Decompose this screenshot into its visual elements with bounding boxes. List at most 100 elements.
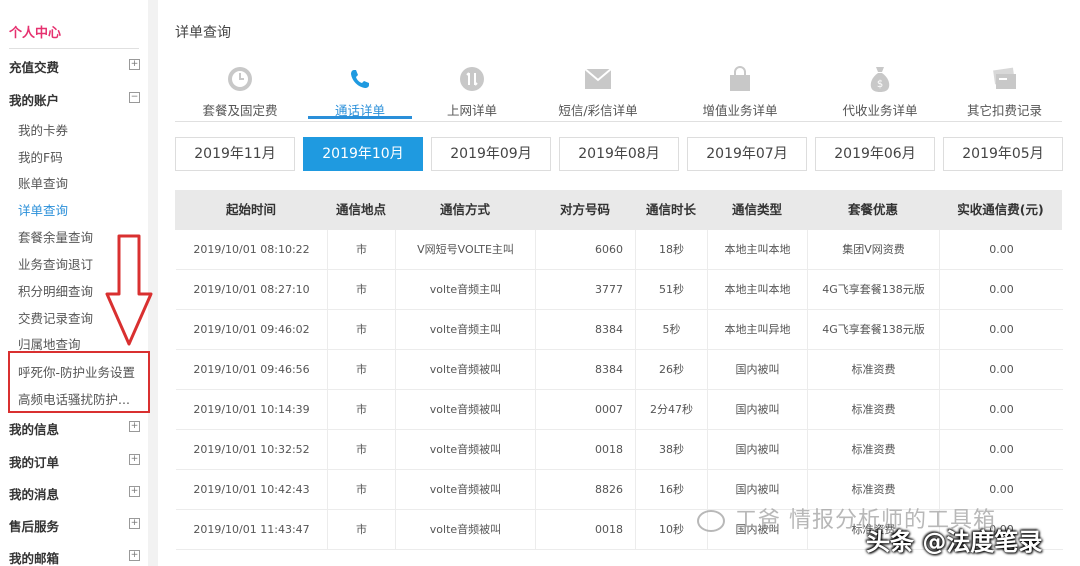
sidebar-group-account[interactable]: 我的账户 xyxy=(9,90,59,109)
sidebar-group-messages[interactable]: 我的消息 xyxy=(9,484,59,503)
money-bag-icon: $ xyxy=(866,65,894,93)
table-cell: 集团V网资费 xyxy=(808,230,940,270)
table-cell: 51秒 xyxy=(636,270,708,310)
month-button[interactable]: 2019年11月 xyxy=(175,137,295,171)
table-cell: 市 xyxy=(328,430,396,470)
tab-value-added[interactable]: 增值业务详单 xyxy=(675,58,805,120)
table-row: 2019/10/01 08:10:22 市 V网短号VOLTE主叫 6060 18秒 本地… xyxy=(176,230,1063,270)
sidebar-item-fcode[interactable]: 我的F码 xyxy=(18,147,63,166)
table-cell: 市 xyxy=(328,350,396,390)
sidebar-group-info[interactable]: 我的信息 xyxy=(9,419,59,438)
table-cell: 市 xyxy=(328,230,396,270)
mail-icon xyxy=(584,65,612,93)
table-cell: V网短号VOLTE主叫 xyxy=(396,230,536,270)
sidebar-group-orders[interactable]: 我的订单 xyxy=(9,452,59,471)
tab-package[interactable]: 套餐及固定费 xyxy=(175,58,305,120)
table-cell: 2019/10/01 10:14:39 xyxy=(176,390,328,430)
table-cell: volte音频主叫 xyxy=(396,270,536,310)
sidebar-group-mailbox[interactable]: 我的邮箱 xyxy=(9,548,59,566)
column-header: 通信时长 xyxy=(645,202,696,217)
sidebar-group-aftersales[interactable]: 售后服务 xyxy=(9,516,59,535)
phone-icon xyxy=(346,65,374,93)
month-button-active[interactable]: 2019年10月 xyxy=(303,137,423,171)
table-cell: 0007 xyxy=(536,390,636,430)
sidebar-item-bill[interactable]: 账单查询 xyxy=(18,173,68,192)
month-button[interactable]: 2019年07月 xyxy=(687,137,807,171)
table-cell: 26秒 xyxy=(636,350,708,390)
table-cell: 0.00 xyxy=(989,243,1014,256)
column-header: 对方号码 xyxy=(559,202,610,217)
wechat-icon xyxy=(697,510,725,532)
table-cell: 本地主叫本地 xyxy=(708,270,808,310)
tab-label: 增值业务详单 xyxy=(702,103,778,118)
highlight-box xyxy=(8,351,150,413)
table-cell: volte音频主叫 xyxy=(396,310,536,350)
table-cell: 市 xyxy=(328,510,396,550)
expand-icon[interactable]: + xyxy=(129,518,140,529)
column-header: 通信地点 xyxy=(335,202,386,217)
table-row: 2019/10/01 10:14:39 市 volte音频被叫 0007 2分47秒 国内… xyxy=(176,390,1063,430)
tab-calls[interactable]: 通话详单 xyxy=(308,58,412,120)
card-icon xyxy=(991,65,1019,93)
table-cell: 国内被叫 xyxy=(708,430,808,470)
table-cell: volte音频被叫 xyxy=(396,390,536,430)
table-cell: 0018 xyxy=(536,430,636,470)
clock-icon xyxy=(226,65,254,93)
column-header: 套餐优惠 xyxy=(847,202,898,217)
table-cell: 3777 xyxy=(536,270,636,310)
tab-data[interactable]: 上网详单 xyxy=(420,58,524,120)
table-row: 2019/10/01 09:46:56 市 volte音频被叫 8384 26秒 国内被叫… xyxy=(176,350,1063,390)
expand-icon[interactable]: + xyxy=(129,550,140,561)
table-cell: 0018 xyxy=(536,510,636,550)
watermark-toutiao: 头条 @法度笔录 xyxy=(866,528,1043,556)
tab-other-charges[interactable]: 其它扣费记录 xyxy=(947,58,1062,120)
table-cell: 38秒 xyxy=(636,430,708,470)
table-cell: 0.00 xyxy=(989,443,1014,456)
tab-bar: 套餐及固定费 通话详单 上网详单 短信/彩信详单 增值业务详单 $ 代收业务详单… xyxy=(175,58,1062,122)
sidebar-item-detail[interactable]: 详单查询 xyxy=(18,200,68,219)
sidebar-item-balance[interactable]: 套餐余量查询 xyxy=(18,227,93,246)
table-cell: volte音频被叫 xyxy=(396,510,536,550)
sidebar-item-points[interactable]: 积分明细查询 xyxy=(18,281,93,300)
sidebar-item-coupons[interactable]: 我的卡券 xyxy=(18,120,68,139)
table-cell: 市 xyxy=(328,390,396,430)
page: 个人中心 充值交费 + 我的账户 − 我的卡券 我的F码 账单查询 详单查询 套… xyxy=(0,0,1080,566)
table-cell: 2019/10/01 09:46:02 xyxy=(176,310,328,350)
table-cell: 2019/10/01 11:43:47 xyxy=(176,510,328,550)
tab-collection[interactable]: $ 代收业务详单 xyxy=(815,58,945,120)
expand-icon[interactable]: + xyxy=(129,421,140,432)
table-cell: 4G飞享套餐138元版 xyxy=(808,310,940,350)
sidebar-divider xyxy=(9,48,139,49)
column-header: 起始时间 xyxy=(225,202,276,217)
down-arrow-icon xyxy=(105,234,153,346)
table-cell: 8384 xyxy=(536,350,636,390)
svg-text:$: $ xyxy=(877,79,883,90)
sidebar-group-recharge[interactable]: 充值交费 xyxy=(9,57,59,76)
sidebar-title[interactable]: 个人中心 xyxy=(9,22,61,41)
table-cell: 6060 xyxy=(536,230,636,270)
sidebar-item-payments[interactable]: 交费记录查询 xyxy=(18,308,93,327)
table-cell: 0.00 xyxy=(989,403,1014,416)
expand-icon[interactable]: + xyxy=(129,454,140,465)
main-panel: 详单查询 套餐及固定费 通话详单 上网详单 短信/彩信详单 增值业务详单 $ 代… xyxy=(158,0,1080,566)
table-cell: 8826 xyxy=(536,470,636,510)
table-cell: 2019/10/01 08:10:22 xyxy=(176,230,328,270)
month-button[interactable]: 2019年05月 xyxy=(943,137,1063,171)
tab-sms[interactable]: 短信/彩信详单 xyxy=(533,58,663,120)
table-cell: 国内被叫 xyxy=(708,390,808,430)
expand-icon[interactable]: + xyxy=(129,59,140,70)
column-header: 通信类型 xyxy=(731,202,782,217)
table-cell: 0.00 xyxy=(989,283,1014,296)
month-button[interactable]: 2019年08月 xyxy=(559,137,679,171)
table-cell: 2019/10/01 10:42:43 xyxy=(176,470,328,510)
month-button[interactable]: 2019年06月 xyxy=(815,137,935,171)
expand-icon[interactable]: + xyxy=(129,486,140,497)
sidebar-item-services[interactable]: 业务查询退订 xyxy=(18,254,93,273)
bag-icon xyxy=(726,65,754,93)
column-header: 实收通信费(元) xyxy=(957,202,1044,217)
collapse-icon[interactable]: − xyxy=(129,92,140,103)
month-button[interactable]: 2019年09月 xyxy=(431,137,551,171)
table-row: 2019/10/01 10:32:52 市 volte音频被叫 0018 38秒 国内被叫… xyxy=(176,430,1063,470)
table-cell: volte音频被叫 xyxy=(396,470,536,510)
table-cell: 市 xyxy=(328,310,396,350)
